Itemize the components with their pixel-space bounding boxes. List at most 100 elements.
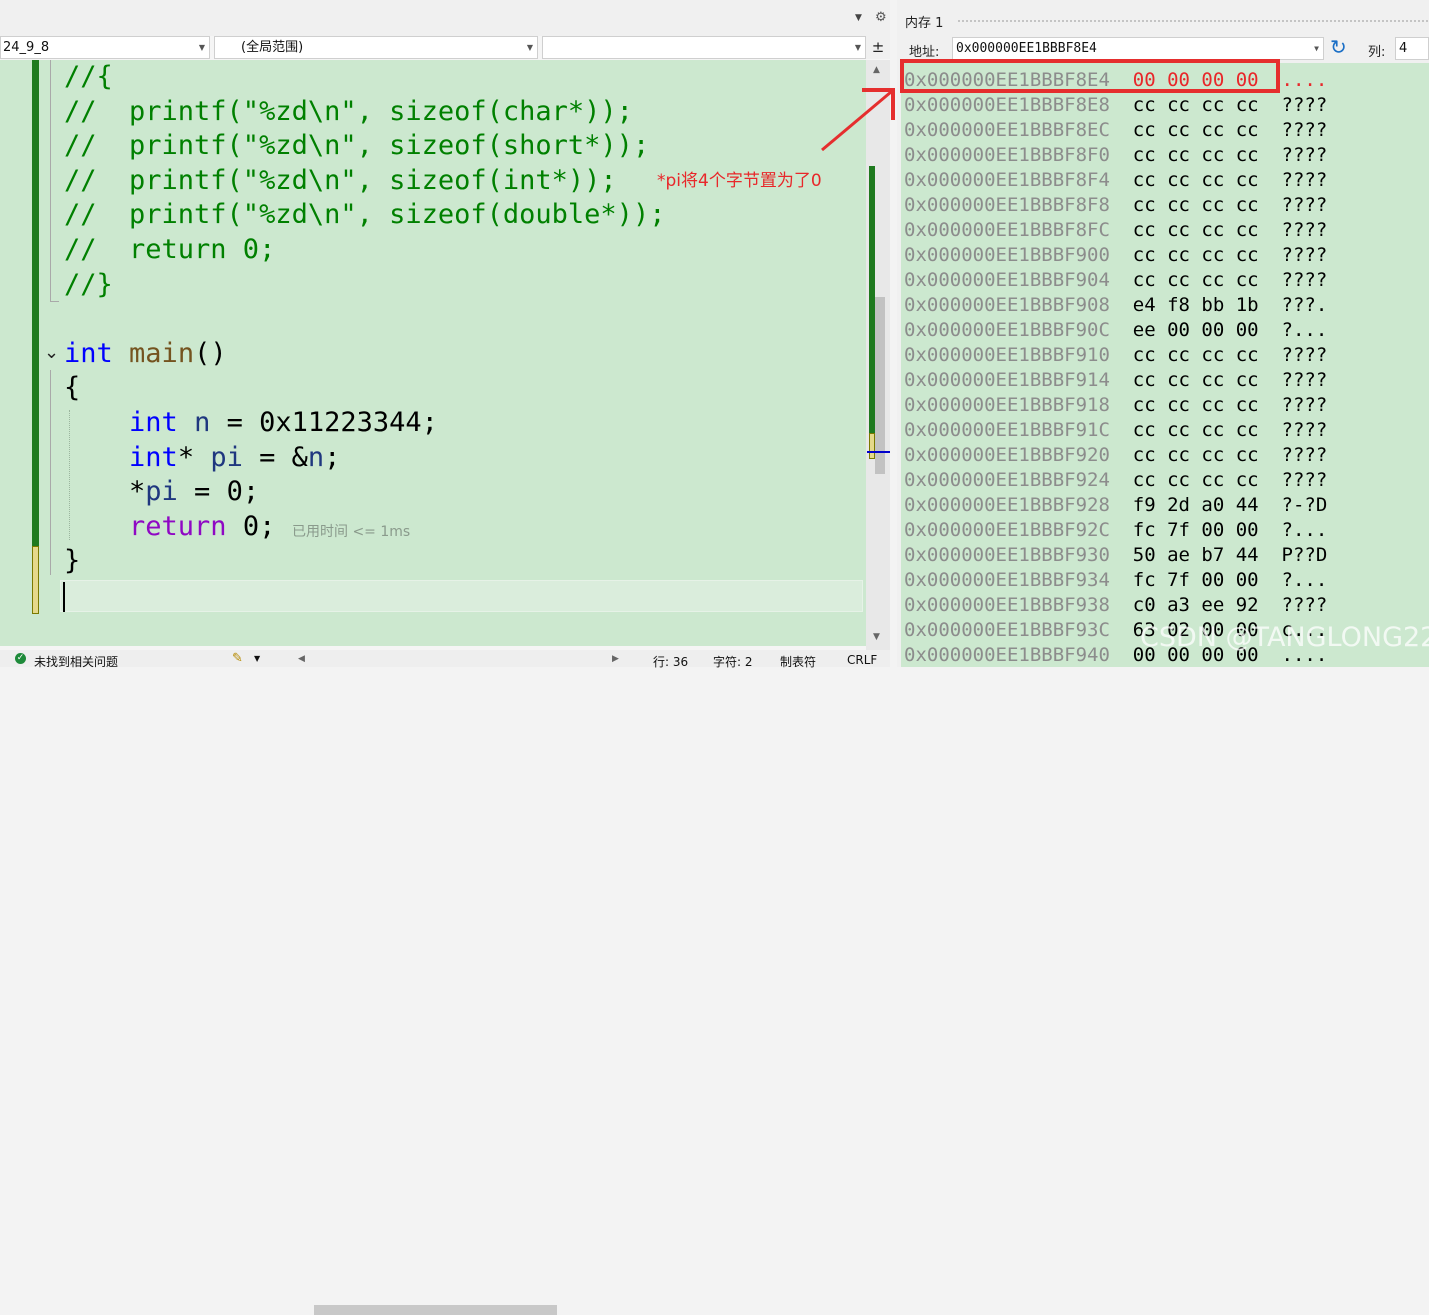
column-gap [1259, 219, 1282, 241]
memory-row[interactable]: 0x000000EE1BBBF938 c0 a3 ee 92 ???? [904, 593, 1327, 618]
memory-row[interactable]: 0x000000EE1BBBF908 e4 f8 bb 1b ???. [904, 293, 1327, 318]
memory-row[interactable]: 0x000000EE1BBBF904 cc cc cc cc ???? [904, 268, 1327, 293]
memory-ascii: ?... [1281, 519, 1328, 541]
issues-status[interactable]: 未找到相关问题 [34, 653, 118, 670]
scroll-down-icon[interactable]: ▼ [873, 632, 880, 642]
code-area[interactable]: ⌄ //{// printf("%zd\n", sizeof(char*)); /… [0, 60, 866, 646]
memory-bytes: cc cc cc cc [1132, 469, 1259, 491]
column-gap [1110, 444, 1133, 466]
code-editor-pane: ▼ ⚙ 24_9_8 ▼ (全局范围) ▼ ▼ ± ⌄ //{// printf… [0, 0, 890, 1315]
memory-ascii: ???? [1281, 144, 1328, 166]
code-line[interactable]: // printf("%zd\n", sizeof(double*)); [64, 198, 665, 232]
project-dropdown[interactable]: 24_9_8 ▼ [0, 36, 210, 59]
memory-ascii: ?... [1281, 319, 1328, 341]
tabs-indicator[interactable]: 制表符 [780, 653, 816, 670]
memory-row[interactable]: 0x000000EE1BBBF928 f9 2d a0 44 ?-?D [904, 493, 1327, 518]
change-marker-saved [32, 60, 39, 546]
code-token: // printf("%zd\n", sizeof(int*)); [64, 164, 617, 196]
chevron-down-icon: ▼ [854, 43, 861, 52]
column-gap [1259, 169, 1282, 191]
memory-ascii: ???? [1281, 94, 1328, 116]
code-line[interactable]: // printf("%zd\n", sizeof(int*)); [64, 164, 617, 198]
code-line[interactable]: int n = 0x11223344; [64, 406, 438, 440]
memory-address: 0x000000EE1BBBF914 [904, 369, 1110, 391]
code-line[interactable]: // return 0; [64, 233, 275, 267]
memory-row[interactable]: 0x000000EE1BBBF934 fc 7f 00 00 ?... [904, 568, 1327, 593]
columns-input[interactable]: 4 [1395, 37, 1429, 60]
column-gap [1259, 319, 1282, 341]
memory-row[interactable]: 0x000000EE1BBBF8F8 cc cc cc cc ???? [904, 193, 1327, 218]
scope-dropdown[interactable]: (全局范围) ▼ [214, 36, 538, 59]
memory-row[interactable]: 0x000000EE1BBBF8F4 cc cc cc cc ???? [904, 168, 1327, 193]
refresh-icon[interactable]: ↻ [1330, 35, 1347, 59]
memory-row[interactable]: 0x000000EE1BBBF8F0 cc cc cc cc ???? [904, 143, 1327, 168]
eol-indicator[interactable]: CRLF [847, 653, 877, 667]
memory-bytes: c0 a3 ee 92 [1132, 594, 1259, 616]
scroll-up-icon[interactable]: ▲ [873, 65, 880, 75]
memory-row[interactable]: 0x000000EE1BBBF920 cc cc cc cc ???? [904, 443, 1327, 468]
line-indicator[interactable]: 行: 36 [653, 653, 688, 670]
memory-row[interactable]: 0x000000EE1BBBF92C fc 7f 00 00 ?... [904, 518, 1327, 543]
memory-row[interactable]: 0x000000EE1BBBF8FC cc cc cc cc ???? [904, 218, 1327, 243]
scroll-unsaved-marker [869, 433, 875, 459]
fold-collapse-icon[interactable]: ⌄ [44, 342, 59, 363]
scroll-thumb[interactable] [875, 297, 885, 474]
chevron-down-icon: ▼ [198, 43, 205, 52]
memory-ascii: ???? [1281, 119, 1328, 141]
fold-guide-main [50, 370, 51, 575]
column-gap [1259, 369, 1282, 391]
scroll-right-icon[interactable]: ▶ [612, 654, 619, 664]
code-token: // printf("%zd\n", sizeof(char*)); [64, 95, 633, 127]
code-line[interactable]: int* pi = &n; [64, 441, 340, 475]
memory-bytes: fc 7f 00 00 [1132, 569, 1259, 591]
memory-window-title: 内存 1 [905, 16, 944, 31]
address-input[interactable]: 0x000000EE1BBBF8E4 ▼ [952, 37, 1324, 60]
memory-bytes: cc cc cc cc [1132, 344, 1259, 366]
memory-address: 0x000000EE1BBBF920 [904, 444, 1110, 466]
memory-row[interactable]: 0x000000EE1BBBF914 cc cc cc cc ???? [904, 368, 1327, 393]
memory-row[interactable]: 0x000000EE1BBBF8E8 cc cc cc cc ???? [904, 93, 1327, 118]
code-line[interactable]: { [64, 371, 80, 405]
code-line[interactable]: // printf("%zd\n", sizeof(char*)); [64, 95, 633, 129]
memory-ascii: ???? [1281, 444, 1328, 466]
code-line[interactable]: // printf("%zd\n", sizeof(short*)); [64, 129, 649, 163]
memory-row[interactable]: 0x000000EE1BBBF924 cc cc cc cc ???? [904, 468, 1327, 493]
code-token: //} [64, 268, 113, 300]
memory-row[interactable]: 0x000000EE1BBBF900 cc cc cc cc ???? [904, 243, 1327, 268]
brush-icon[interactable]: ✎ [232, 651, 243, 666]
memory-row[interactable]: 0x000000EE1BBBF910 cc cc cc cc ???? [904, 343, 1327, 368]
memory-row[interactable]: 0x000000EE1BBBF90C ee 00 00 00 ?... [904, 318, 1327, 343]
column-gap [1259, 394, 1282, 416]
memory-ascii: ???? [1281, 419, 1328, 441]
code-line[interactable]: return 0; [64, 510, 275, 544]
column-gap [1259, 119, 1282, 141]
horizontal-scroll-thumb[interactable] [314, 1305, 557, 1315]
code-line[interactable]: *pi = 0; [64, 475, 259, 509]
column-gap [1110, 319, 1133, 341]
column-gap [1259, 144, 1282, 166]
code-token: () [194, 337, 227, 369]
chevron-down-icon[interactable]: ▼ [254, 654, 260, 663]
address-input-value: 0x000000EE1BBBF8E4 [956, 41, 1097, 56]
memory-ascii: ?... [1281, 569, 1328, 591]
memory-row[interactable]: 0x000000EE1BBBF918 cc cc cc cc ???? [904, 393, 1327, 418]
char-indicator[interactable]: 字符: 2 [713, 653, 753, 670]
code-line[interactable]: } [64, 544, 80, 578]
memory-row[interactable]: 0x000000EE1BBBF8EC cc cc cc cc ???? [904, 118, 1327, 143]
code-token: int [129, 441, 178, 473]
split-editor-button[interactable]: ± [866, 36, 890, 59]
settings-gear-icon[interactable]: ⚙ [875, 10, 887, 25]
code-line[interactable]: //{ [64, 60, 113, 94]
code-token: // printf("%zd\n", sizeof(double*)); [64, 199, 666, 231]
column-gap [1259, 494, 1282, 516]
memory-row[interactable]: 0x000000EE1BBBF91C cc cc cc cc ???? [904, 418, 1327, 443]
code-line[interactable]: //} [64, 268, 113, 302]
member-dropdown[interactable]: ▼ [542, 36, 866, 59]
column-gap [1110, 219, 1133, 241]
scroll-left-icon[interactable]: ◀ [298, 654, 305, 664]
memory-grid[interactable]: 0x000000EE1BBBF8E4 00 00 00 00 .... 0x000… [901, 63, 1429, 667]
memory-row[interactable]: 0x000000EE1BBBF930 50 ae b7 44 P??D [904, 543, 1327, 568]
perf-tip[interactable]: 已用时间 <= 1ms [292, 521, 410, 541]
tab-list-chevron-icon[interactable]: ▼ [855, 13, 862, 23]
code-line[interactable]: int main() [64, 337, 227, 371]
